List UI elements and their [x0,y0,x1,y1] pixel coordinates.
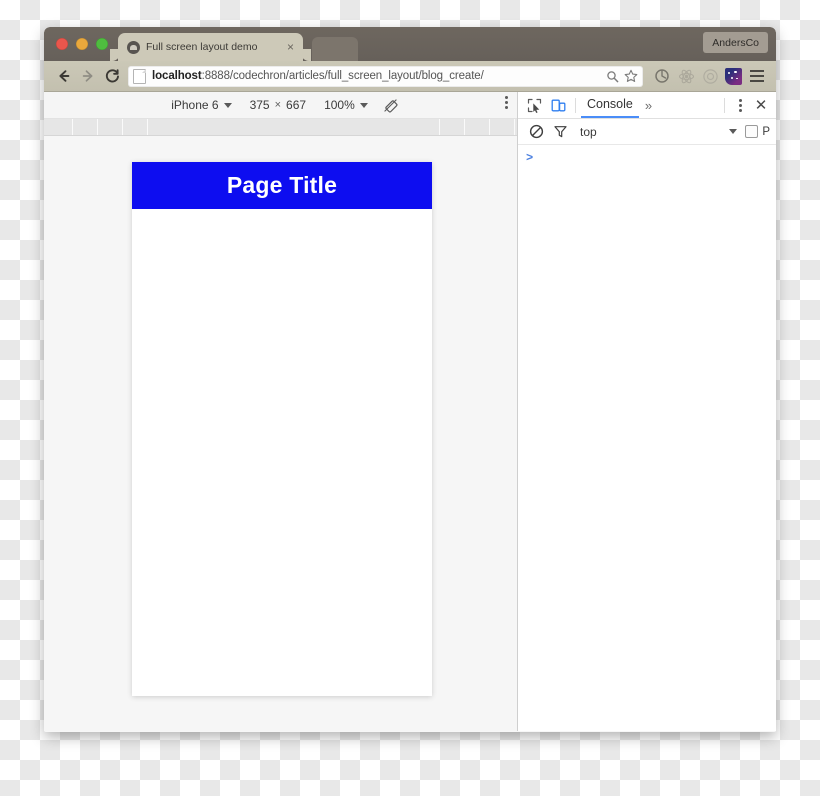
minimize-window-button[interactable] [76,38,88,50]
preserve-log-label: P [762,125,770,138]
close-devtools-icon[interactable]: ✕ [750,94,772,116]
console-prompt-row[interactable]: > [518,151,776,165]
url-host: localhost [152,70,202,82]
devtools-tabbar: Console » ✕ [518,92,776,119]
device-height-input[interactable]: 667 [286,98,306,112]
preserve-log-checkbox[interactable] [745,125,759,138]
divider [724,97,725,113]
new-tab-button[interactable] [312,37,358,61]
divider [575,97,576,113]
device-viewport-area: Page Title [44,136,517,731]
device-selector[interactable]: iPhone 6 [171,98,232,112]
browser-window: Full screen layout demo × AndersCo local… [44,27,776,732]
chrome-menu-icon[interactable] [746,65,768,87]
page-title: Page Title [226,172,338,198]
page-info-icon[interactable] [133,68,146,84]
device-width-input[interactable]: 375 [250,98,270,112]
extension-icon[interactable] [725,67,742,85]
address-bar[interactable]: localhost:8888/codechron/articles/full_s… [128,65,643,87]
console-filter-bar: top P [518,119,776,145]
tab-title: Full screen layout demo [146,41,258,53]
record-circle-icon[interactable] [699,65,721,87]
inspect-element-icon[interactable] [522,93,546,117]
close-icon[interactable]: × [284,40,297,54]
tab-console[interactable]: Console [581,92,639,118]
url-text: localhost:8888/codechron/articles/full_s… [152,70,601,82]
chevron-down-icon [359,102,368,108]
clear-console-icon[interactable] [524,120,548,144]
devtools-menu-icon[interactable] [730,98,750,112]
reload-button[interactable] [100,64,124,88]
react-devtools-icon[interactable] [675,65,697,87]
zoom-selector[interactable]: 100% [324,98,368,112]
sync-refresh-icon[interactable] [651,65,673,87]
browser-tab[interactable]: Full screen layout demo × [118,33,303,61]
back-button[interactable] [52,64,76,88]
zoom-window-button[interactable] [96,38,108,50]
rotate-device-icon[interactable] [383,97,399,113]
device-ruler [44,119,517,136]
console-context-label: top [580,124,597,139]
console-context-selector[interactable]: top [580,125,597,139]
profile-label: AndersCo [712,36,759,49]
page-body [132,209,432,696]
close-window-button[interactable] [56,38,68,50]
window-titlebar: Full screen layout demo × AndersCo [44,27,776,61]
console-prompt-caret: > [526,151,534,165]
chevron-down-icon [223,102,232,108]
filter-icon[interactable] [548,120,572,144]
search-icon[interactable] [604,68,620,84]
more-tabs-icon[interactable]: » [639,98,658,113]
device-more-menu[interactable] [505,96,508,109]
console-output[interactable]: > [518,145,776,731]
chevron-down-icon[interactable] [729,129,738,134]
toggle-device-toolbar-icon[interactable] [546,93,570,117]
times-icon: × [274,99,282,111]
bookmark-star-icon[interactable] [623,68,639,84]
url-path: :8888/codechron/articles/full_screen_lay… [201,70,484,82]
zoom-level: 100% [324,98,355,112]
device-name: iPhone 6 [171,98,219,112]
browser-toolbar: localhost:8888/codechron/articles/full_s… [44,61,776,92]
device-dimensions: 375 × 667 [250,98,307,112]
tab-console-label: Console [587,97,633,111]
devtools-pane: Console » ✕ top P > [518,92,776,731]
globe-favicon-icon [127,40,140,54]
page-header: Page Title [132,162,432,209]
device-emulation-pane: iPhone 6 375 × 667 100% Page Title [44,92,518,731]
device-toolbar: iPhone 6 375 × 667 100% [44,92,517,119]
browser-content: iPhone 6 375 × 667 100% Page Title Conso… [44,92,776,731]
device-screen: Page Title [132,162,432,696]
traffic-lights [56,38,108,50]
forward-button[interactable] [76,64,100,88]
profile-button[interactable]: AndersCo [703,32,768,53]
